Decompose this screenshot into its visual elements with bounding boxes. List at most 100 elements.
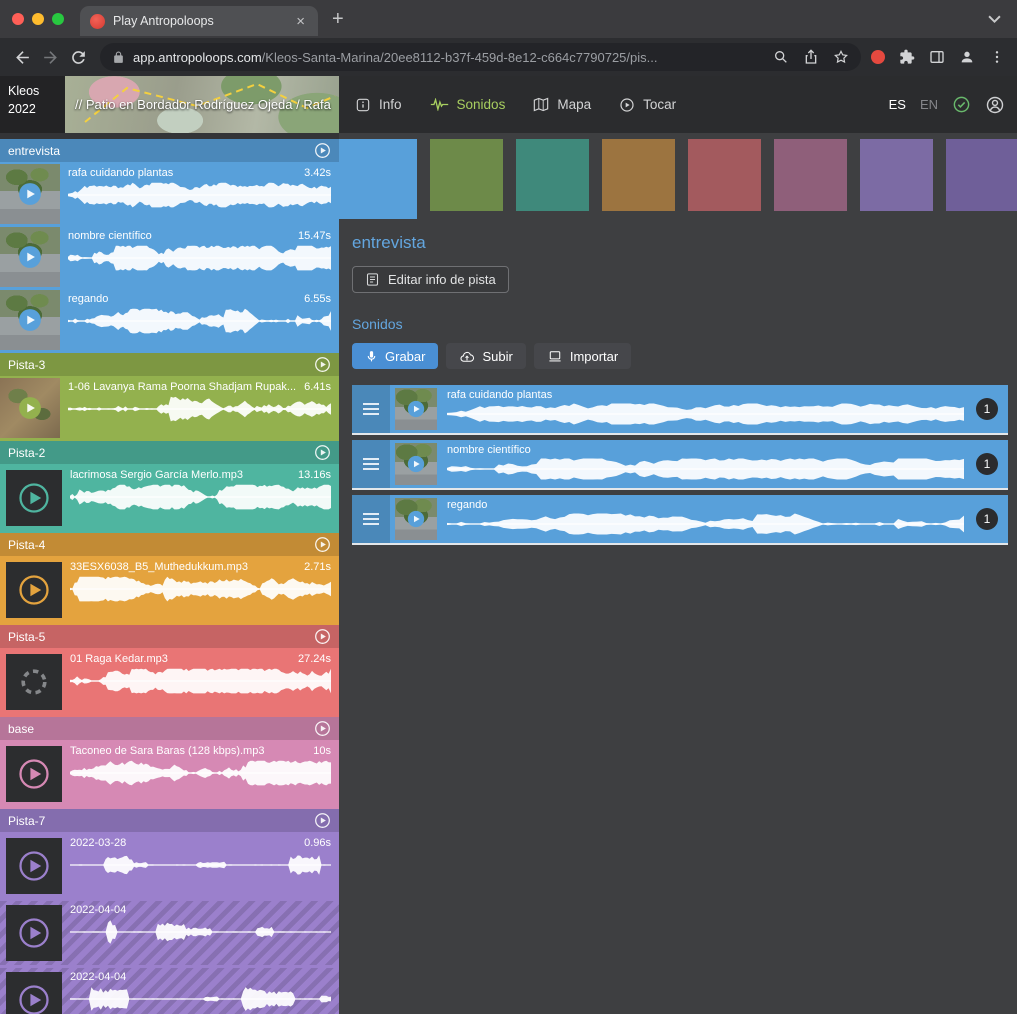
play-track-icon[interactable] <box>314 628 331 645</box>
clip-play-button[interactable] <box>6 905 62 961</box>
play-overlay-icon <box>18 245 42 269</box>
project-name[interactable]: Kleos 2022 <box>0 76 65 133</box>
sound-row[interactable]: regando 1 <box>352 495 1008 545</box>
track-header[interactable]: Pista-3 <box>0 353 339 376</box>
track-header[interactable]: entrevista <box>0 139 339 162</box>
padlock-icon <box>112 51 125 64</box>
clip-row[interactable]: 2022-04-04 <box>0 901 339 965</box>
account-icon[interactable] <box>985 95 1005 115</box>
drag-handle[interactable] <box>352 440 390 488</box>
track-header[interactable]: Pista-2 <box>0 441 339 464</box>
drag-handle[interactable] <box>352 385 390 433</box>
clip-row[interactable]: nombre científico15.47s <box>0 227 339 287</box>
forward-button[interactable] <box>36 43 64 71</box>
play-track-icon[interactable] <box>314 142 331 159</box>
tab-overflow-chevron-icon[interactable] <box>988 15 1001 24</box>
map-banner[interactable]: // Patio en Bordador Rodríguez Ojeda / R… <box>65 76 339 133</box>
clip-play-button[interactable] <box>6 972 62 1014</box>
clip-row[interactable]: 2022-03-280.96s <box>0 834 339 898</box>
recorder-extension-icon[interactable] <box>871 50 885 64</box>
lang-en-button[interactable]: EN <box>920 97 938 112</box>
play-track-icon[interactable] <box>314 720 331 737</box>
close-window-button[interactable] <box>12 13 24 25</box>
sound-name: rafa cuidando plantas <box>447 389 964 401</box>
swatch-base[interactable] <box>774 139 847 211</box>
upload-button[interactable]: Subir <box>446 343 525 369</box>
fullscreen-window-button[interactable] <box>52 13 64 25</box>
extensions-puzzle-icon[interactable] <box>899 49 915 65</box>
play-track-icon[interactable] <box>314 356 331 373</box>
zoom-icon[interactable] <box>773 49 789 65</box>
sound-row[interactable]: nombre científico 1 <box>352 440 1008 490</box>
tab-sonidos[interactable]: Sonidos <box>430 97 506 112</box>
clip-name: 2022-04-04 <box>70 971 126 983</box>
tab-info[interactable]: Info <box>355 97 402 113</box>
clip-row[interactable]: 2022-04-04 <box>0 968 339 1014</box>
track-header[interactable]: Pista-4 <box>0 533 339 556</box>
site-favicon-icon <box>90 14 105 29</box>
clip-row[interactable]: 1-06 Lavanya Rama Poorna Shadjam Rupak..… <box>0 378 339 438</box>
sound-thumbnail[interactable] <box>395 498 437 540</box>
play-track-icon[interactable] <box>314 812 331 829</box>
window-controls <box>12 13 64 25</box>
track-header[interactable]: Pista-7 <box>0 809 339 832</box>
drag-handle[interactable] <box>352 495 390 543</box>
browser-menu-icon[interactable] <box>989 49 1005 65</box>
browser-navbar: app.antropoloops.com/Kleos-Santa-Marina/… <box>0 38 1017 76</box>
clip-play-button[interactable] <box>6 470 62 526</box>
share-icon[interactable] <box>803 49 819 65</box>
sound-row[interactable]: rafa cuidando plantas 1 <box>352 385 1008 435</box>
swatch-pista-3[interactable] <box>430 139 503 211</box>
close-tab-icon[interactable]: × <box>293 12 308 31</box>
lang-es-button[interactable]: ES <box>889 97 906 112</box>
clip-body: 2022-04-04 <box>62 968 339 1014</box>
clip-name: regando <box>68 293 108 305</box>
url-bar[interactable]: app.antropoloops.com/Kleos-Santa-Marina/… <box>100 43 861 71</box>
clip-row[interactable]: lacrimosa Sergio García Merlo.mp313.16s <box>0 466 339 530</box>
clip-row[interactable]: regando6.55s <box>0 290 339 350</box>
swatch-pista-2[interactable] <box>516 139 589 211</box>
clip-thumbnail[interactable] <box>0 378 60 438</box>
waveform <box>447 458 964 480</box>
clip-row[interactable]: Taconeo de Sara Baras (128 kbps).mp310s <box>0 742 339 806</box>
swatch-pista-4[interactable] <box>602 139 675 211</box>
clip-thumbnail[interactable] <box>0 227 60 287</box>
play-track-icon[interactable] <box>314 444 331 461</box>
swatch-pista-7[interactable] <box>860 139 933 211</box>
back-button[interactable] <box>8 43 36 71</box>
swatch-pista-5[interactable] <box>688 139 761 211</box>
bookmark-star-icon[interactable] <box>833 49 849 65</box>
clip-thumbnail[interactable] <box>0 164 60 224</box>
clip-row[interactable]: 33ESX6038_B5_Muthedukkum.mp32.71s <box>0 558 339 622</box>
clip-thumbnail[interactable] <box>0 290 60 350</box>
clip-row[interactable]: rafa cuidando plantas3.42s <box>0 164 339 224</box>
clip-play-button[interactable] <box>6 838 62 894</box>
minimize-window-button[interactable] <box>32 13 44 25</box>
edit-track-info-button[interactable]: Editar info de pista <box>352 266 509 293</box>
swatch-entrevista[interactable] <box>339 139 417 219</box>
tab-mapa[interactable]: Mapa <box>533 97 591 112</box>
tab-sonidos-label: Sonidos <box>457 97 506 112</box>
clip-row[interactable]: 01 Raga Kedar.mp327.24s <box>0 650 339 714</box>
profile-avatar[interactable] <box>959 49 975 65</box>
record-button[interactable]: Grabar <box>352 343 438 369</box>
clip-play-button[interactable] <box>6 562 62 618</box>
tab-info-label: Info <box>379 97 402 112</box>
clip-play-button[interactable] <box>6 746 62 802</box>
new-tab-button[interactable]: + <box>332 9 344 29</box>
track-header[interactable]: Pista-5 <box>0 625 339 648</box>
reload-button[interactable] <box>64 43 92 71</box>
tab-tocar[interactable]: Tocar <box>619 97 676 113</box>
clip-body: rafa cuidando plantas3.42s <box>60 164 339 224</box>
sound-thumbnail[interactable] <box>395 443 437 485</box>
play-track-icon[interactable] <box>314 536 331 553</box>
import-button[interactable]: Importar <box>534 343 631 369</box>
side-panel-icon[interactable] <box>929 49 945 65</box>
clip-loading-button[interactable] <box>6 654 62 710</box>
page-title: // Patio en Bordador Rodríguez Ojeda / R… <box>75 97 331 112</box>
track-header[interactable]: base <box>0 717 339 740</box>
swatch-pista-8[interactable] <box>946 139 1017 211</box>
clip-body: 33ESX6038_B5_Muthedukkum.mp32.71s <box>62 558 339 622</box>
sound-thumbnail[interactable] <box>395 388 437 430</box>
browser-tab[interactable]: Play Antropoloops × <box>80 6 318 36</box>
